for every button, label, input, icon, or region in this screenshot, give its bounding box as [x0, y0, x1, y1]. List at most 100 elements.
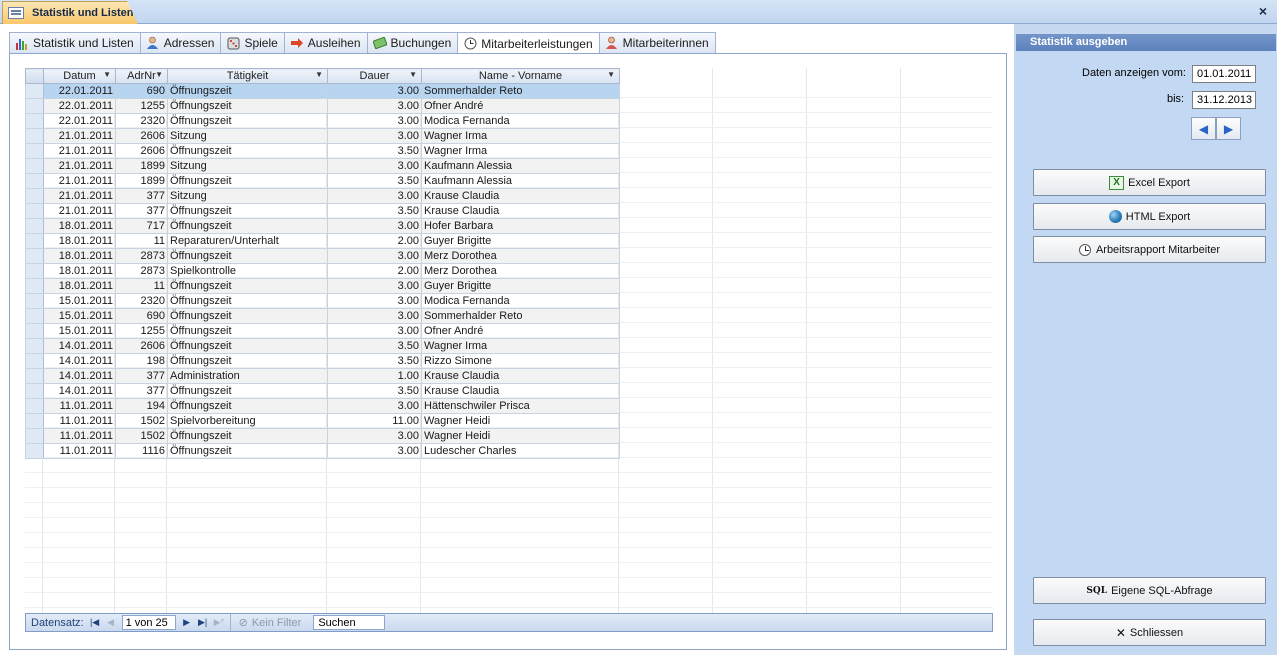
row-selector[interactable]: [25, 158, 44, 174]
cell-name[interactable]: Kaufmann Alessia: [421, 158, 620, 174]
cell-adrnr[interactable]: 198: [115, 353, 168, 369]
cell-datum[interactable]: 21.01.2011: [43, 128, 116, 144]
cell-dauer[interactable]: 2.00: [327, 233, 422, 249]
row-selector[interactable]: [25, 308, 44, 324]
cell-dauer[interactable]: 3.00: [327, 83, 422, 99]
cell-adrnr[interactable]: 2606: [115, 128, 168, 144]
column-header-name[interactable]: Name - Vorname ▼: [421, 68, 620, 84]
cell-name[interactable]: Merz Dorothea: [421, 263, 620, 279]
dropdown-arrow-icon[interactable]: ▼: [409, 70, 417, 79]
cell-name[interactable]: Krause Claudia: [421, 383, 620, 399]
cell-taetigkeit[interactable]: Öffnungszeit: [167, 323, 328, 339]
row-selector[interactable]: [25, 398, 44, 414]
close-button[interactable]: ✕ Schliessen: [1033, 619, 1266, 646]
cell-taetigkeit[interactable]: Spielvorbereitung: [167, 413, 328, 429]
row-selector[interactable]: [25, 113, 44, 129]
first-record-icon[interactable]: |◀: [90, 617, 100, 628]
record-position-input[interactable]: 1 von 25: [121, 615, 176, 630]
cell-dauer[interactable]: 2.00: [327, 263, 422, 279]
cell-name[interactable]: Ludescher Charles: [421, 443, 620, 459]
row-selector[interactable]: [25, 203, 44, 219]
cell-taetigkeit[interactable]: Öffnungszeit: [167, 398, 328, 414]
cell-taetigkeit[interactable]: Öffnungszeit: [167, 428, 328, 444]
cell-datum[interactable]: 11.01.2011: [43, 443, 116, 459]
column-header-adrnr[interactable]: AdrNr ▼: [115, 68, 168, 84]
search-input[interactable]: Suchen: [313, 615, 386, 630]
cell-taetigkeit[interactable]: Öffnungszeit: [167, 353, 328, 369]
cell-adrnr[interactable]: 1116: [115, 443, 168, 459]
cell-taetigkeit[interactable]: Öffnungszeit: [167, 293, 328, 309]
table-row[interactable]: 21.01.2011 2606 Öffnungszeit 3.50 Wagner Irm…: [25, 143, 620, 159]
column-header-dauer[interactable]: Dauer ▼: [327, 68, 422, 84]
cell-name[interactable]: Wagner Heidi: [421, 413, 620, 429]
row-selector[interactable]: [25, 278, 44, 294]
cell-name[interactable]: Wagner Irma: [421, 128, 620, 144]
cell-datum[interactable]: 21.01.2011: [43, 203, 116, 219]
table-row[interactable]: 21.01.2011 2606 Sitzung 3.00 Wagner Irma: [25, 128, 620, 144]
cell-adrnr[interactable]: 2873: [115, 248, 168, 264]
cell-dauer[interactable]: 3.00: [327, 278, 422, 294]
cell-name[interactable]: Hättenschwiler Prisca: [421, 398, 620, 414]
cell-datum[interactable]: 18.01.2011: [43, 278, 116, 294]
cell-dauer[interactable]: 3.00: [327, 323, 422, 339]
cell-taetigkeit[interactable]: Öffnungszeit: [167, 308, 328, 324]
row-selector[interactable]: [25, 428, 44, 444]
table-row[interactable]: 15.01.2011 1255 Öffnungszeit 3.00 Ofner Andr…: [25, 323, 620, 339]
row-selector[interactable]: [25, 83, 44, 99]
table-row[interactable]: 14.01.2011 377 Administration 1.00 Krause Cl…: [25, 368, 620, 384]
row-selector[interactable]: [25, 233, 44, 249]
cell-name[interactable]: Modica Fernanda: [421, 293, 620, 309]
cell-dauer[interactable]: 3.50: [327, 173, 422, 189]
cell-datum[interactable]: 15.01.2011: [43, 293, 116, 309]
cell-taetigkeit[interactable]: Öffnungszeit: [167, 338, 328, 354]
cell-datum[interactable]: 18.01.2011: [43, 248, 116, 264]
table-row[interactable]: 22.01.2011 2320 Öffnungszeit 3.00 Modica Fer…: [25, 113, 620, 129]
dropdown-arrow-icon[interactable]: ▼: [607, 70, 615, 79]
row-selector[interactable]: [25, 413, 44, 429]
cell-dauer[interactable]: 11.00: [327, 413, 422, 429]
cell-taetigkeit[interactable]: Öffnungszeit: [167, 278, 328, 294]
cell-dauer[interactable]: 3.00: [327, 443, 422, 459]
cell-adrnr[interactable]: 1502: [115, 413, 168, 429]
cell-datum[interactable]: 21.01.2011: [43, 188, 116, 204]
cell-adrnr[interactable]: 377: [115, 188, 168, 204]
cell-taetigkeit[interactable]: Öffnungszeit: [167, 248, 328, 264]
table-row[interactable]: 18.01.2011 2873 Spielkontrolle 2.00 Merz Dor…: [25, 263, 620, 279]
cell-dauer[interactable]: 3.00: [327, 308, 422, 324]
document-tab[interactable]: Statistik und Listen: [2, 1, 138, 24]
cell-dauer[interactable]: 3.50: [327, 383, 422, 399]
row-selector[interactable]: [25, 173, 44, 189]
tab-adressen[interactable]: Adressen: [139, 32, 222, 54]
excel-export-button[interactable]: X Excel Export: [1033, 169, 1266, 196]
cell-taetigkeit[interactable]: Sitzung: [167, 158, 328, 174]
row-selector[interactable]: [25, 353, 44, 369]
cell-datum[interactable]: 18.01.2011: [43, 218, 116, 234]
table-row[interactable]: 14.01.2011 198 Öffnungszeit 3.50 Rizzo Simon…: [25, 353, 620, 369]
cell-adrnr[interactable]: 2873: [115, 263, 168, 279]
cell-name[interactable]: Sommerhalder Reto: [421, 83, 620, 99]
dropdown-arrow-icon[interactable]: ▼: [103, 70, 111, 79]
cell-datum[interactable]: 22.01.2011: [43, 98, 116, 114]
previous-period-button[interactable]: ◀: [1191, 117, 1216, 140]
cell-taetigkeit[interactable]: Sitzung: [167, 188, 328, 204]
date-from-field[interactable]: 01.01.2011: [1192, 65, 1256, 83]
row-selector[interactable]: [25, 98, 44, 114]
cell-taetigkeit[interactable]: Öffnungszeit: [167, 143, 328, 159]
sql-query-button[interactable]: SQL Eigene SQL-Abfrage: [1033, 577, 1266, 604]
dropdown-arrow-icon[interactable]: ▼: [315, 70, 323, 79]
cell-dauer[interactable]: 3.00: [327, 158, 422, 174]
table-row[interactable]: 11.01.2011 1502 Öffnungszeit 3.00 Wagner Hei…: [25, 428, 620, 444]
next-record-icon[interactable]: ▶: [182, 617, 192, 628]
row-selector[interactable]: [25, 248, 44, 264]
row-selector[interactable]: [25, 338, 44, 354]
column-header-taetigkeit[interactable]: Tätigkeit ▼: [167, 68, 328, 84]
cell-adrnr[interactable]: 1502: [115, 428, 168, 444]
table-row[interactable]: 14.01.2011 2606 Öffnungszeit 3.50 Wagner Irm…: [25, 338, 620, 354]
cell-dauer[interactable]: 3.00: [327, 428, 422, 444]
tab-ausleihen[interactable]: Ausleihen: [283, 32, 368, 54]
table-row[interactable]: 18.01.2011 2873 Öffnungszeit 3.00 Merz Dorot…: [25, 248, 620, 264]
cell-dauer[interactable]: 1.00: [327, 368, 422, 384]
row-selector[interactable]: [25, 443, 44, 459]
cell-taetigkeit[interactable]: Spielkontrolle: [167, 263, 328, 279]
cell-taetigkeit[interactable]: Reparaturen/Unterhalt: [167, 233, 328, 249]
